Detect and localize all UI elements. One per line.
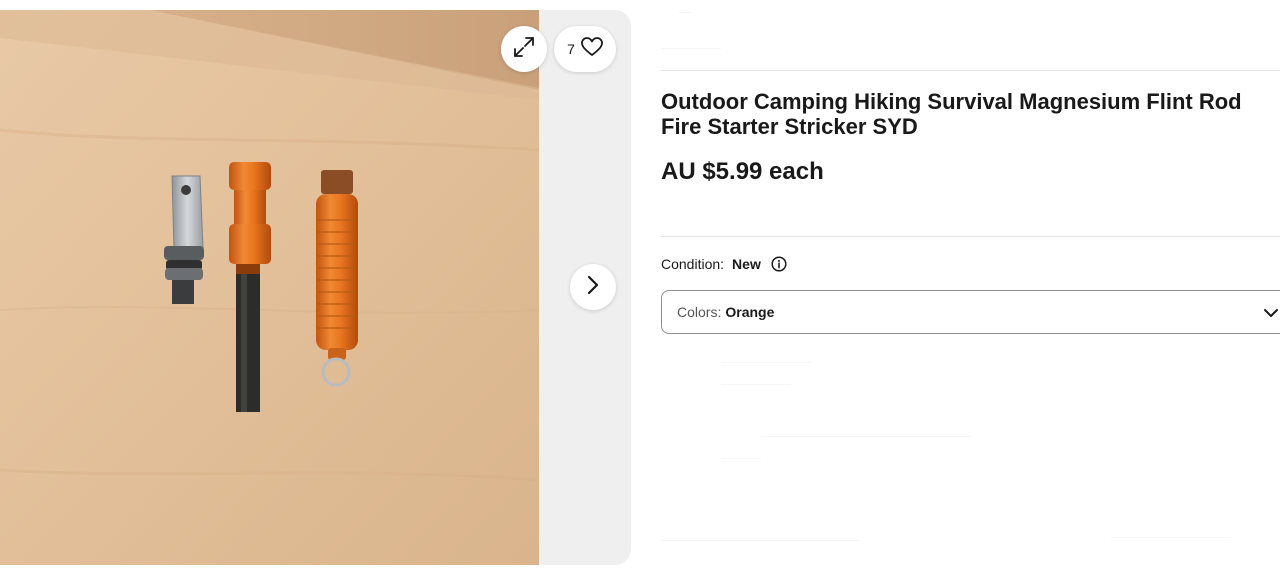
- chevron-down-icon: [1264, 305, 1278, 321]
- info-icon[interactable]: [771, 256, 787, 272]
- faded-text: [761, 436, 971, 437]
- divider: [661, 236, 1280, 237]
- colors-select-label: Colors:: [677, 304, 722, 320]
- faded-text: [721, 384, 791, 385]
- product-photo-graphic: [0, 10, 539, 565]
- product-photo[interactable]: [0, 10, 539, 565]
- heart-icon: [580, 36, 603, 62]
- item-price: AU $5.99 each: [661, 158, 824, 185]
- expand-icon: [513, 36, 535, 63]
- image-gallery: 7: [0, 10, 631, 565]
- watchlist-button[interactable]: 7: [554, 26, 616, 72]
- faded-text: [721, 362, 811, 363]
- condition-label: Condition:: [661, 256, 725, 272]
- listing-title: Outdoor Camping Hiking Survival Magnesiu…: [661, 89, 1242, 139]
- next-image-button[interactable]: [570, 264, 616, 310]
- colors-select-value: Orange: [725, 304, 775, 320]
- faded-text: [721, 458, 761, 459]
- condition-row: Condition: New: [661, 256, 787, 272]
- condition-value: New: [732, 256, 761, 272]
- watch-count: 7: [567, 41, 575, 57]
- expand-button[interactable]: [501, 26, 547, 72]
- chevron-right-icon: [587, 275, 599, 300]
- faded-text: [1111, 537, 1231, 538]
- faded-text: [661, 48, 721, 49]
- faded-text: [661, 540, 861, 541]
- colors-select[interactable]: Colors: Orange: [661, 290, 1280, 334]
- faded-text: [679, 12, 693, 13]
- divider: [661, 70, 1280, 71]
- listing-details: Outdoor Camping Hiking Survival Magnesiu…: [661, 0, 1280, 577]
